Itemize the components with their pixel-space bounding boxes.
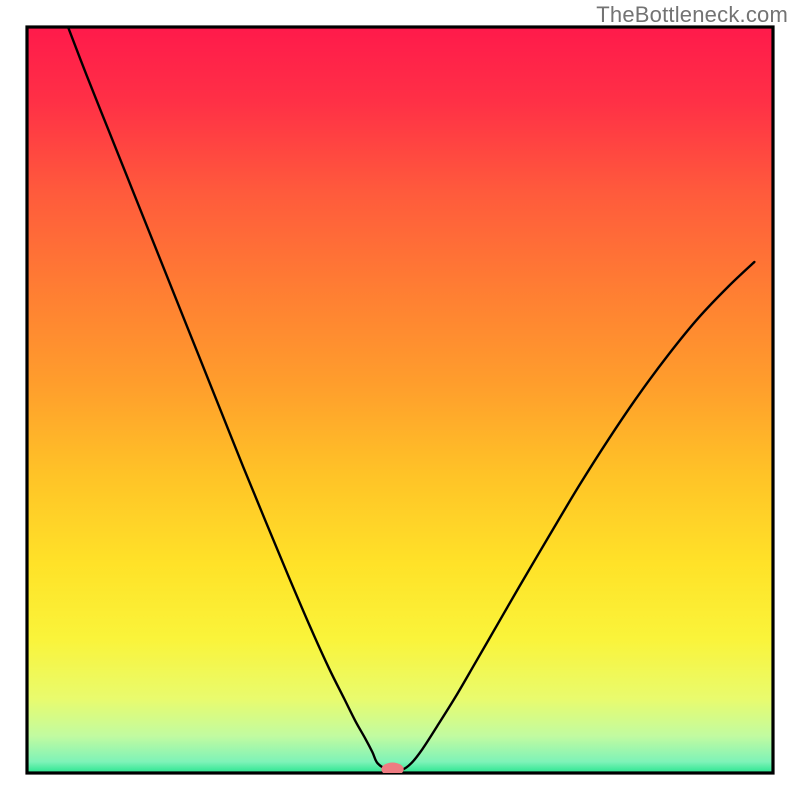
bottleneck-chart xyxy=(0,0,800,800)
gradient-background xyxy=(27,27,773,773)
watermark-text: TheBottleneck.com xyxy=(596,2,788,28)
